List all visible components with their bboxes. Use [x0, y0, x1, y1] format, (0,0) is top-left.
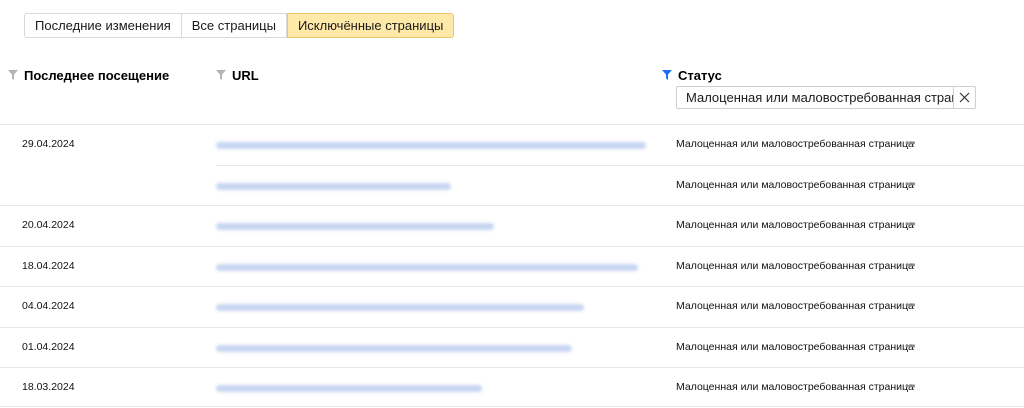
row-date: 29.04.2024: [22, 138, 75, 150]
filter-active-icon[interactable]: [662, 70, 672, 80]
row-date: 04.04.2024: [22, 300, 75, 312]
more-icon[interactable]: •••: [905, 298, 916, 312]
table-row: 20.04.2024 Малоценная или маловостребова…: [0, 205, 1024, 246]
status-filter-value: Малоценная или маловостребованная страни…: [686, 90, 953, 105]
row-url-link[interactable]: [216, 304, 584, 311]
row-date: 20.04.2024: [22, 219, 75, 231]
row-url-link[interactable]: [216, 385, 482, 392]
more-icon[interactable]: •••: [905, 339, 916, 353]
row-status: Малоценная или маловостребованная страни…: [676, 219, 914, 231]
column-header-label: URL: [232, 67, 259, 83]
row-status: Малоценная или маловостребованная страни…: [676, 178, 914, 191]
more-icon[interactable]: •••: [905, 177, 916, 191]
table-row: 29.04.2024 Малоценная или маловостребова…: [0, 124, 1024, 165]
more-icon[interactable]: •••: [905, 379, 916, 393]
tab-all-pages[interactable]: Все страницы: [181, 13, 287, 38]
row-status: Малоценная или маловостребованная страни…: [676, 340, 914, 353]
table-row: 18.04.2024 Малоценная или маловостребова…: [0, 245, 1024, 287]
row-date: 18.04.2024: [22, 259, 75, 272]
view-tabs: Последние изменения Все страницы Исключё…: [24, 13, 455, 38]
row-date: 01.04.2024: [22, 340, 75, 353]
column-header-label: Статус: [678, 67, 722, 83]
more-icon[interactable]: •••: [905, 258, 916, 272]
filter-icon[interactable]: [8, 70, 18, 80]
table-row: 18.03.2024 Малоценная или маловостребова…: [0, 367, 1024, 408]
column-header-last-visit: Последнее посещение: [8, 66, 169, 84]
row-url-link[interactable]: [216, 182, 451, 190]
row-date: 18.03.2024: [22, 381, 75, 393]
table-row: 01.04.2024 Малоценная или маловостребова…: [0, 326, 1024, 368]
row-url-link[interactable]: [216, 142, 646, 149]
status-filter-chip[interactable]: Малоценная или маловостребованная страни…: [676, 86, 976, 109]
row-status: Малоценная или маловостребованная страни…: [676, 381, 914, 393]
more-icon[interactable]: •••: [905, 217, 916, 231]
row-url-link[interactable]: [216, 263, 638, 271]
divider: [0, 406, 1024, 407]
table-row: 04.04.2024 Малоценная или маловостребова…: [0, 286, 1024, 327]
row-status: Малоценная или маловостребованная страни…: [676, 259, 914, 272]
more-icon[interactable]: •••: [905, 136, 916, 150]
row-url-link[interactable]: [216, 344, 572, 352]
pages-table: 29.04.2024 Малоценная или маловостребова…: [0, 124, 1024, 408]
table-row: Малоценная или маловостребованная страни…: [0, 164, 1024, 206]
row-status: Малоценная или маловостребованная страни…: [676, 138, 914, 150]
tab-recent-changes[interactable]: Последние изменения: [24, 13, 182, 38]
row-url-link[interactable]: [216, 223, 494, 230]
column-header-label: Последнее посещение: [24, 67, 170, 83]
close-icon[interactable]: [953, 87, 975, 108]
column-header-status: Статус: [662, 66, 722, 84]
row-status: Малоценная или маловостребованная страни…: [676, 300, 914, 312]
filter-icon[interactable]: [216, 70, 226, 80]
tab-excluded-pages[interactable]: Исключённые страницы: [286, 13, 455, 38]
column-header-url: URL: [216, 66, 259, 84]
